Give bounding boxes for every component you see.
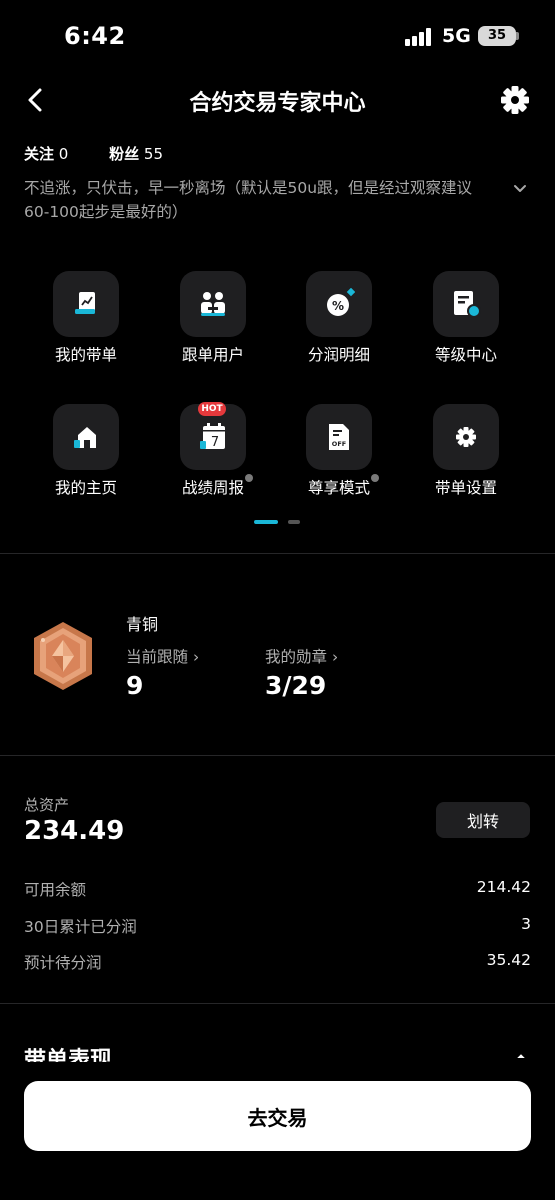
battery-tip [516, 32, 519, 40]
grid-item-my-orders[interactable]: 我的带单 [31, 271, 141, 371]
grid-item-premium-mode[interactable]: OFF 尊享模式 [284, 404, 394, 504]
medals-label: 我的勋章 [265, 648, 328, 666]
asset-row-value: 214.42 [476, 878, 531, 896]
users-icon [180, 271, 246, 337]
medals-value: 3/29 [265, 671, 327, 700]
hot-badge: HOT [198, 402, 226, 416]
grid-item-profit-detail[interactable]: % 分润明细 [284, 271, 394, 371]
coupon-icon: OFF [306, 404, 372, 470]
asset-row: 预计待分润 35.42 [24, 951, 531, 975]
home-icon [53, 404, 119, 470]
grid-label: 我的主页 [54, 479, 117, 497]
performance-section-title: 带单表现 [24, 1048, 113, 1062]
chevron-right-icon: › [331, 648, 339, 666]
follow-stat[interactable]: 关注 0 [24, 145, 86, 163]
chevron-down-icon[interactable] [510, 178, 530, 198]
calendar-day: 7 [211, 435, 219, 450]
divider [0, 755, 555, 756]
header: 合约交易专家中心 [0, 78, 555, 122]
level-icon [433, 271, 499, 337]
signal-icon [405, 28, 435, 46]
asset-row-value: 35.42 [486, 951, 531, 969]
current-follow-link[interactable]: 当前跟随 › [126, 645, 199, 667]
current-follow-value: 9 [126, 671, 144, 700]
gear-icon [433, 404, 499, 470]
follow-row: 关注 0 粉丝 55 [24, 143, 199, 164]
chevron-up-icon[interactable] [514, 1050, 528, 1058]
status-time: 6:42 [64, 22, 126, 50]
coupon-text: OFF [332, 440, 346, 448]
gear-icon [501, 86, 529, 114]
grid-item-weekly-report[interactable]: 7 HOT 战绩周报 [158, 402, 268, 504]
chevron-right-icon: › [192, 648, 200, 666]
chart-doc-icon [53, 271, 119, 337]
transfer-button[interactable]: 划转 [436, 802, 530, 838]
grid-item-my-home[interactable]: 我的主页 [31, 404, 141, 504]
fans-stat[interactable]: 粉丝 55 [109, 145, 181, 163]
page-dot-active [254, 520, 278, 524]
trade-button[interactable]: 去交易 [24, 1081, 531, 1151]
asset-row: 可用余额 214.42 [24, 878, 531, 902]
grid-item-order-settings[interactable]: 带单设置 [411, 404, 521, 504]
asset-row-value: 3 [521, 915, 531, 933]
grid-item-level-center[interactable]: 等级中心 [411, 271, 521, 371]
follow-label: 关注 [24, 145, 55, 163]
follow-count: 0 [58, 145, 69, 163]
page-dot [288, 520, 300, 524]
divider [0, 1003, 555, 1004]
fans-count: 55 [143, 145, 164, 163]
grid-label: 带单设置 [434, 479, 497, 497]
asset-row-label: 可用余额 [24, 881, 87, 899]
medals-link[interactable]: 我的勋章 › [265, 645, 338, 667]
settings-button[interactable] [498, 83, 532, 117]
percent-icon: % [306, 271, 372, 337]
level-name: 青铜 [126, 615, 159, 634]
status-bar: 6:42 5G 35 [0, 0, 555, 72]
svg-text:%: % [332, 299, 344, 313]
asset-row: 30日累计已分润 3 [24, 915, 531, 939]
grid-label: 等级中心 [434, 346, 497, 364]
asset-row-label: 30日累计已分润 [24, 918, 137, 936]
profile-bio: 不追涨，只伏击，早一秒离场（默认是50u跟，但是经过观察建议60-100起步是最… [24, 179, 473, 221]
current-follow-label: 当前跟随 [126, 648, 189, 666]
divider [0, 553, 555, 554]
battery-icon: 35 [478, 26, 516, 46]
grid-label: 尊享模式 [307, 479, 370, 497]
grid-label: 我的带单 [54, 346, 117, 364]
bronze-medal-icon [28, 620, 98, 692]
grid-label: 战绩周报 [181, 479, 244, 497]
network-type: 5G [442, 25, 471, 47]
page-title: 合约交易专家中心 [189, 91, 366, 116]
grid-label: 跟单用户 [181, 346, 244, 364]
total-assets-value: 234.49 [24, 816, 125, 846]
asset-row-label: 预计待分润 [24, 954, 102, 972]
grid-item-followers[interactable]: 跟单用户 [158, 271, 268, 371]
fans-label: 粉丝 [109, 145, 140, 163]
total-assets-label: 总资产 [24, 796, 70, 814]
grid-label: 分润明细 [307, 346, 370, 364]
